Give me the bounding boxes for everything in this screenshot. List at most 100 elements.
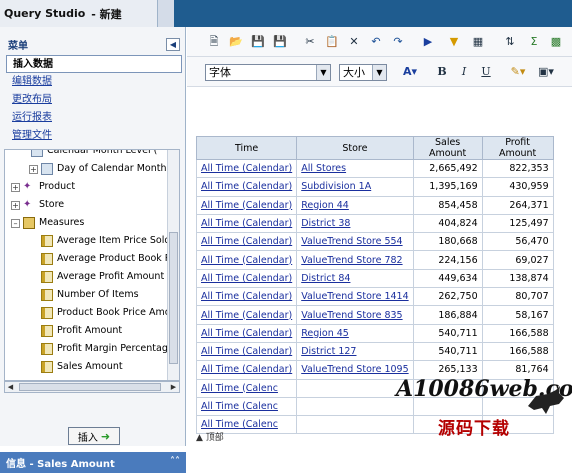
filter-icon[interactable]: ▼ xyxy=(447,35,461,49)
tree-item[interactable]: + Day of Calendar Month L xyxy=(29,160,175,178)
watermark-slogan: 源码下载 xyxy=(438,419,510,439)
cell-sales-amount: 540,711 xyxy=(412,341,483,362)
scroll-thumb[interactable] xyxy=(169,232,178,364)
font-select[interactable]: 字体 ▼ xyxy=(205,64,331,81)
menu-item-manage-file[interactable]: 管理文件 xyxy=(6,127,182,145)
top-page-icon[interactable]: ▲ xyxy=(196,433,203,443)
underline-icon[interactable]: U xyxy=(479,65,493,79)
tree-item-measures[interactable]: – Measures xyxy=(11,214,84,232)
chevron-down-icon[interactable]: ▼ xyxy=(372,65,386,80)
cell-time[interactable]: All Time (Calendar) xyxy=(195,232,298,252)
expand-icon[interactable]: + xyxy=(29,164,38,174)
menu-item-insert-data[interactable]: 插入数据 xyxy=(6,55,182,73)
cell-time[interactable]: All Time (Calendar) xyxy=(195,213,298,234)
tree-vertical-scrollbar[interactable] xyxy=(167,150,179,380)
cell-store[interactable]: ValueTrend Store 782 xyxy=(296,250,414,270)
watermark: A10086web.com 源码下载 xyxy=(390,374,572,446)
save-icon[interactable]: 💾 xyxy=(251,35,265,49)
cell-time[interactable]: All Time (Calendar) xyxy=(195,195,298,215)
tree-item-label: Average Product Book P xyxy=(57,253,171,264)
paste-icon[interactable]: 📋 xyxy=(325,35,339,49)
tree-item-measure[interactable]: Sales Amount xyxy=(41,358,123,376)
column-header-profit-amount[interactable]: Profit Amount xyxy=(481,136,554,160)
document-title: - 新建 xyxy=(91,7,122,21)
cell-store[interactable]: All Stores xyxy=(296,158,414,179)
collapse-icon[interactable]: – xyxy=(11,218,20,228)
cell-store[interactable]: Subdivision 1A xyxy=(296,177,414,197)
cell-sales-amount: 449,634 xyxy=(412,268,483,289)
menu-item-change-layout[interactable]: 更改布局 xyxy=(6,91,182,109)
tree-item-measure[interactable]: Product Book Price Amou xyxy=(41,304,177,322)
column-header-sales-amount[interactable]: Sales Amount xyxy=(412,136,483,160)
menu-item-run-report[interactable]: 运行报表 xyxy=(6,109,182,127)
tree-horizontal-scrollbar[interactable]: ◀ ▶ xyxy=(4,381,180,393)
data-tree[interactable]: Calendar Month Level ( + Day of Calendar… xyxy=(4,149,180,381)
tree-item-measure[interactable]: Profit Margin Percentage xyxy=(41,340,174,358)
italic-icon[interactable]: I xyxy=(457,65,471,79)
cell-store[interactable]: Region 44 xyxy=(296,195,414,215)
cell-time[interactable]: All Time (Calendar) xyxy=(195,305,298,325)
measure-icon xyxy=(41,235,53,247)
column-header-time[interactable]: Time xyxy=(195,136,298,160)
cell-time[interactable]: All Time (Calendar) xyxy=(195,250,298,270)
tree-item-product[interactable]: + ✦ Product xyxy=(11,178,75,196)
tree-item[interactable]: Calendar Month Level ( xyxy=(31,149,158,160)
tree-item-measure[interactable]: Profit Amount xyxy=(41,322,122,340)
tree-item-measure[interactable]: Number Of Items xyxy=(41,286,139,304)
cell-store[interactable]: District 38 xyxy=(296,213,414,234)
cell-store[interactable]: District 84 xyxy=(296,268,414,289)
cell-sales-amount: 540,711 xyxy=(412,323,483,343)
sum-icon[interactable]: Σ xyxy=(527,35,541,49)
expand-icon[interactable]: + xyxy=(11,200,20,210)
tree-item-store[interactable]: + ✦ Store xyxy=(11,196,64,214)
cell-store[interactable]: ValueTrend Store 835 xyxy=(296,305,414,325)
background-color-icon[interactable]: ✎▾ xyxy=(507,65,529,79)
cell-time[interactable]: All Time (Calendar) xyxy=(195,341,298,362)
chevron-down-icon[interactable]: ▼ xyxy=(316,65,330,80)
cell-time[interactable]: All Time (Calendar) xyxy=(195,360,298,380)
info-panel-header[interactable]: 信息 - Sales Amount ˄˄ xyxy=(0,452,186,473)
cell-store[interactable]: ValueTrend Store 1414 xyxy=(296,287,414,307)
cell-store[interactable]: ValueTrend Store 554 xyxy=(296,232,414,252)
insert-button[interactable]: 插入 ➜ xyxy=(68,427,120,445)
cell-time[interactable]: All Time (Calendar) xyxy=(195,268,298,289)
undo-icon[interactable]: ↶ xyxy=(369,35,383,49)
delete-icon[interactable]: ✕ xyxy=(347,35,361,49)
border-style-icon[interactable]: ▣▾ xyxy=(535,65,557,79)
tree-item-measure[interactable]: Average Product Book P xyxy=(41,250,171,268)
double-chevron-up-icon[interactable]: ˄˄ xyxy=(170,456,180,467)
cut-icon[interactable]: ✂ xyxy=(303,35,317,49)
cell-time[interactable]: All Time (Calenc xyxy=(195,378,298,398)
chart-icon[interactable]: ▩ xyxy=(549,35,563,49)
scroll-left-icon[interactable]: ◀ xyxy=(5,382,16,392)
cell-time[interactable]: All Time (Calendar) xyxy=(195,323,298,343)
bold-icon[interactable]: B xyxy=(435,65,449,79)
scroll-right-icon[interactable]: ▶ xyxy=(168,382,179,392)
redo-icon[interactable]: ↷ xyxy=(391,35,405,49)
save-as-icon[interactable]: 💾 xyxy=(273,35,287,49)
cell-store[interactable]: Region 45 xyxy=(296,323,414,343)
expand-icon[interactable]: + xyxy=(11,182,20,192)
collapse-pane-button[interactable]: ◀ xyxy=(166,38,180,51)
cell-time[interactable]: All Time (Calendar) xyxy=(195,287,298,307)
font-size-select[interactable]: 大小 ▼ xyxy=(339,64,387,81)
scroll-thumb[interactable] xyxy=(19,383,161,391)
column-header-store[interactable]: Store xyxy=(296,136,414,160)
page-navigation[interactable]: ▲ 顶部 xyxy=(196,430,224,443)
run-icon[interactable]: ▶ xyxy=(421,35,435,49)
sort-icon[interactable]: ⇅ xyxy=(503,35,517,49)
cell-time[interactable]: All Time (Calendar) xyxy=(195,177,298,197)
open-icon[interactable]: 📂 xyxy=(229,35,243,49)
cell-store[interactable]: District 127 xyxy=(296,341,414,362)
cell-profit-amount: 264,371 xyxy=(481,195,554,215)
tree-item-label: Calendar Month Level ( xyxy=(47,149,158,156)
group-icon[interactable]: ▦ xyxy=(471,35,485,49)
font-color-icon[interactable]: A▾ xyxy=(399,65,421,79)
top-page-link[interactable]: 顶部 xyxy=(206,433,224,443)
cell-time[interactable]: All Time (Calendar) xyxy=(195,158,298,179)
menu-item-edit-data[interactable]: 编辑数据 xyxy=(6,73,182,91)
new-icon[interactable]: 🗎 xyxy=(207,35,221,49)
cell-time[interactable]: All Time (Calenc xyxy=(195,396,298,417)
tree-item-measure[interactable]: Average Item Price Sold xyxy=(41,232,170,250)
tree-item-measure[interactable]: Average Profit Amount P xyxy=(41,268,173,286)
